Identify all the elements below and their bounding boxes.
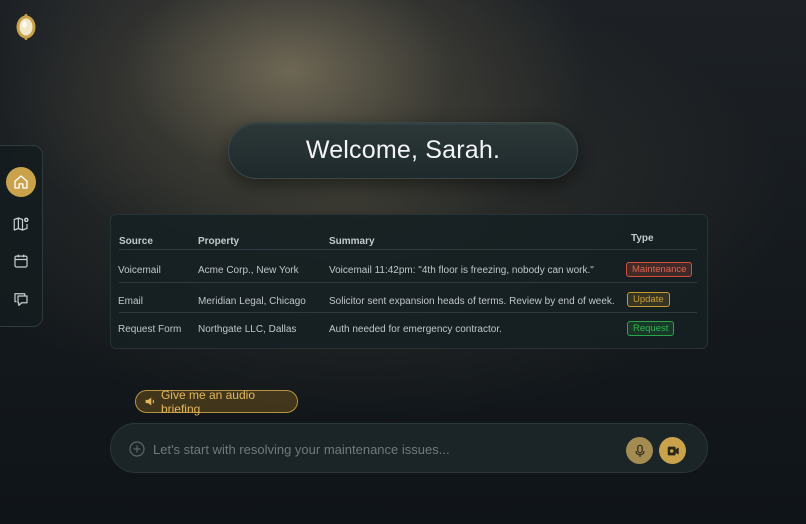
chat-icon [14,293,28,306]
row-divider [119,312,697,313]
audio-briefing-label: Give me an audio briefing [160,387,255,416]
cell-source: Request Form [118,324,182,335]
map-pin-icon [13,217,29,231]
microphone-icon [634,444,645,457]
cell-property: Acme Corp., New York [198,265,299,276]
send-icon [667,446,679,455]
cell-summary: Solicitor sent expansion heads of terms.… [329,296,615,307]
header-divider [119,249,697,250]
column-header-property: Property [198,236,240,247]
microphone-button[interactable] [626,437,653,464]
mirror-logo-icon [15,14,37,40]
type-badge-request[interactable]: Request [627,321,675,336]
sidebar-nav [0,145,43,327]
column-header-summary: Summary [329,236,375,247]
cell-source: Email [118,296,144,307]
cell-summary: Voicemail 11:42pm: "4th floor is freezin… [329,265,594,276]
calendar-icon [14,254,28,268]
messages-table: Source Property Summary Type Voicemail A… [110,214,708,349]
sidebar-item-home[interactable] [6,167,36,197]
column-header-type: Type [631,233,654,244]
cell-property: Meridian Legal, Chicago [198,296,306,307]
chat-input[interactable] [153,436,613,462]
table-header: Source Property Summary Type [111,229,707,263]
sidebar-item-map[interactable] [6,209,36,239]
sidebar-item-calendar[interactable] [6,246,36,276]
row-divider [119,282,697,283]
column-header-source: Source [119,236,153,247]
speaker-icon [145,397,155,406]
cell-source: Voicemail [118,265,161,276]
audio-briefing-button[interactable]: Give me an audio briefing [135,387,298,416]
send-button[interactable] [659,437,686,464]
cell-property: Northgate LLC, Dallas [198,324,297,335]
sidebar-item-chat[interactable] [6,284,36,314]
plus-circle-icon[interactable] [129,441,145,457]
table-row[interactable]: Request Form Northgate LLC, Dallas Auth … [111,318,707,342]
welcome-banner: Welcome, Sarah. [228,122,578,179]
table-row[interactable]: Voicemail Acme Corp., New York Voicemail… [111,259,707,283]
type-badge-update[interactable]: Update [627,292,670,307]
type-badge-maintenance[interactable]: Maintenance [626,262,693,277]
cell-summary: Auth needed for emergency contractor. [329,324,502,335]
home-icon [14,175,28,189]
table-row[interactable]: Email Meridian Legal, Chicago Solicitor … [111,290,707,314]
chat-composer [110,423,708,473]
